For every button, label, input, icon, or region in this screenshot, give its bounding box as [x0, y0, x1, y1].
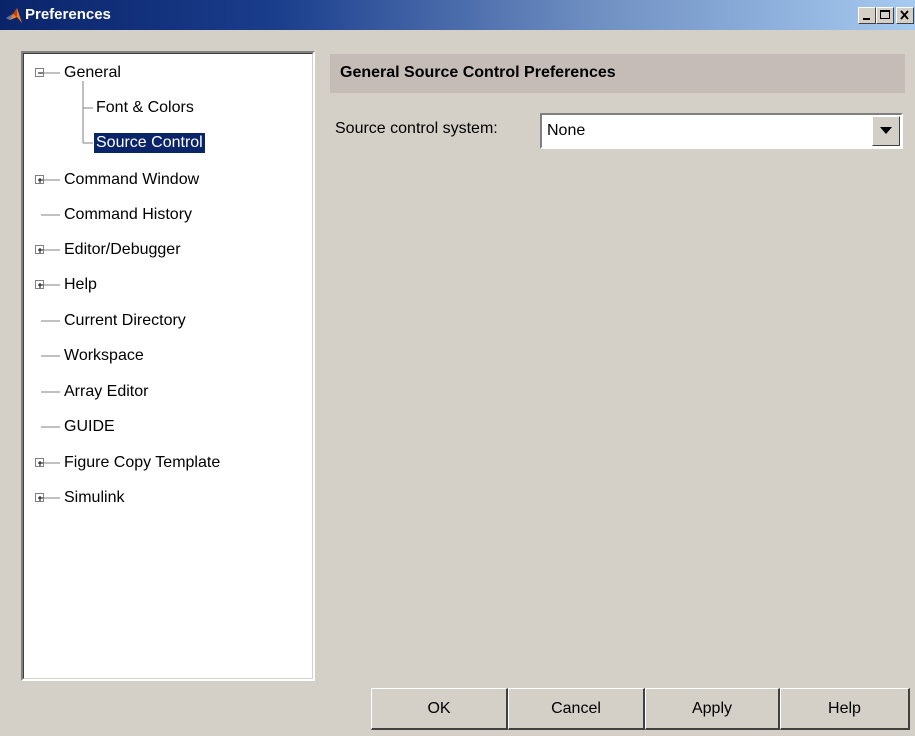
title-bar[interactable]: Preferences [0, 0, 915, 30]
tree-item-font-colors[interactable]: Font & Colors [94, 98, 196, 118]
minimize-icon [863, 18, 870, 20]
tree-item-source-control[interactable]: Source Control [94, 133, 205, 153]
ok-button[interactable]: OK [371, 688, 508, 730]
close-button[interactable] [896, 7, 914, 24]
preferences-window: Preferences General Font & Colors Source… [0, 0, 915, 736]
source-control-label: Source control system: [335, 120, 498, 137]
expand-editor-debugger-icon[interactable] [35, 245, 44, 254]
preferences-tree[interactable]: General Font & Colors Source Control Com… [21, 51, 315, 681]
source-control-dropdown[interactable]: None [540, 113, 903, 149]
tree-item-simulink[interactable]: Simulink [62, 488, 126, 508]
expand-help-icon[interactable] [35, 280, 44, 289]
cancel-button[interactable]: Cancel [508, 688, 645, 730]
tree-item-guide[interactable]: GUIDE [62, 417, 117, 437]
tree-item-array-editor[interactable]: Array Editor [62, 382, 150, 402]
matlab-logo-icon [6, 8, 22, 23]
expand-figure-copy-template-icon[interactable] [35, 458, 44, 467]
tree-item-general[interactable]: General [62, 63, 123, 83]
expand-simulink-icon[interactable] [35, 493, 44, 502]
help-button[interactable]: Help [780, 688, 910, 730]
window-title: Preferences [25, 6, 111, 23]
source-control-value: None [547, 122, 586, 139]
expand-command-window-icon[interactable] [35, 175, 44, 184]
maximize-button[interactable] [876, 7, 894, 24]
panel-header: General Source Control Preferences [330, 54, 905, 93]
tree-item-figure-copy-template[interactable]: Figure Copy Template [62, 453, 222, 473]
tree-item-workspace[interactable]: Workspace [62, 346, 146, 366]
tree-item-help[interactable]: Help [62, 275, 99, 295]
tree-item-command-history[interactable]: Command History [62, 205, 194, 225]
maximize-icon [880, 10, 890, 19]
collapse-general-icon[interactable] [35, 68, 44, 77]
tree-item-current-directory[interactable]: Current Directory [62, 311, 188, 331]
panel-title: General Source Control Preferences [340, 64, 616, 81]
chevron-down-icon [880, 127, 892, 134]
tree-item-command-window[interactable]: Command Window [62, 170, 201, 190]
tree-item-editor-debugger[interactable]: Editor/Debugger [62, 240, 183, 260]
dropdown-button[interactable] [872, 116, 900, 146]
minimize-button[interactable] [858, 7, 876, 24]
close-icon [900, 10, 909, 20]
apply-button[interactable]: Apply [645, 688, 780, 730]
